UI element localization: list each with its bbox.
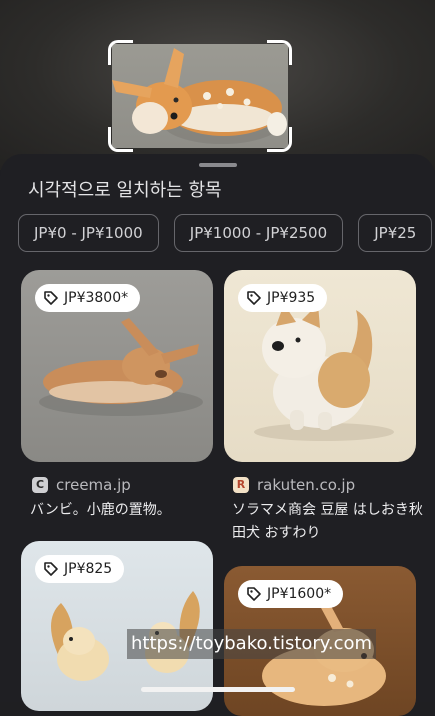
search-image-fawn — [112, 44, 288, 148]
search-crop-region[interactable] — [108, 40, 292, 152]
crop-corner-handle[interactable] — [267, 127, 292, 152]
result-card[interactable]: JP¥825 — [21, 541, 213, 711]
filter-chip[interactable]: JP¥1000 - JP¥2500 — [173, 214, 344, 252]
sheet-title: 시각적으로 일치하는 항목 — [28, 180, 222, 201]
crop-corner-handle[interactable] — [267, 40, 292, 65]
result-source[interactable]: C creema.jp — [32, 476, 131, 494]
price-filter-chips: JP¥0 - JP¥1000 JP¥1000 - JP¥2500 JP¥25 — [18, 214, 435, 252]
filter-chip[interactable]: JP¥25 — [358, 214, 433, 252]
crop-corner-handle[interactable] — [108, 127, 133, 152]
price-text: JP¥935 — [267, 290, 316, 306]
price-text: JP¥3800* — [64, 290, 129, 306]
creema-favicon-icon: C — [32, 477, 48, 493]
home-indicator[interactable] — [141, 687, 295, 692]
source-domain: rakuten.co.jp — [257, 476, 356, 494]
result-description[interactable]: ソラマメ商会 豆屋 はしおき秋田犬 おすわり — [232, 499, 428, 545]
price-tag-icon — [44, 562, 58, 576]
result-card[interactable]: JP¥935 — [224, 270, 416, 462]
results-sheet: 시각적으로 일치하는 항목 JP¥0 - JP¥1000 JP¥1000 - J… — [0, 154, 435, 716]
price-text: JP¥1600* — [267, 586, 332, 602]
price-badge: JP¥825 — [35, 555, 125, 583]
rakuten-favicon-icon: R — [233, 477, 249, 493]
result-description[interactable]: バンビ。小鹿の置物。 — [30, 499, 226, 522]
price-tag-icon — [44, 291, 58, 305]
result-card[interactable]: JP¥3800* — [21, 270, 213, 462]
price-badge: JP¥935 — [238, 284, 328, 312]
price-text: JP¥825 — [64, 561, 113, 577]
price-tag-icon — [247, 587, 261, 601]
filter-chip[interactable]: JP¥0 - JP¥1000 — [18, 214, 159, 252]
source-domain: creema.jp — [56, 476, 131, 494]
crop-corner-handle[interactable] — [108, 40, 133, 65]
watermark-text: https://toybako.tistory.com — [127, 629, 377, 659]
price-badge: JP¥3800* — [35, 284, 141, 312]
result-source[interactable]: R rakuten.co.jp — [233, 476, 355, 494]
price-tag-icon — [247, 291, 261, 305]
sheet-drag-handle[interactable] — [199, 163, 237, 167]
price-badge: JP¥1600* — [238, 580, 344, 608]
